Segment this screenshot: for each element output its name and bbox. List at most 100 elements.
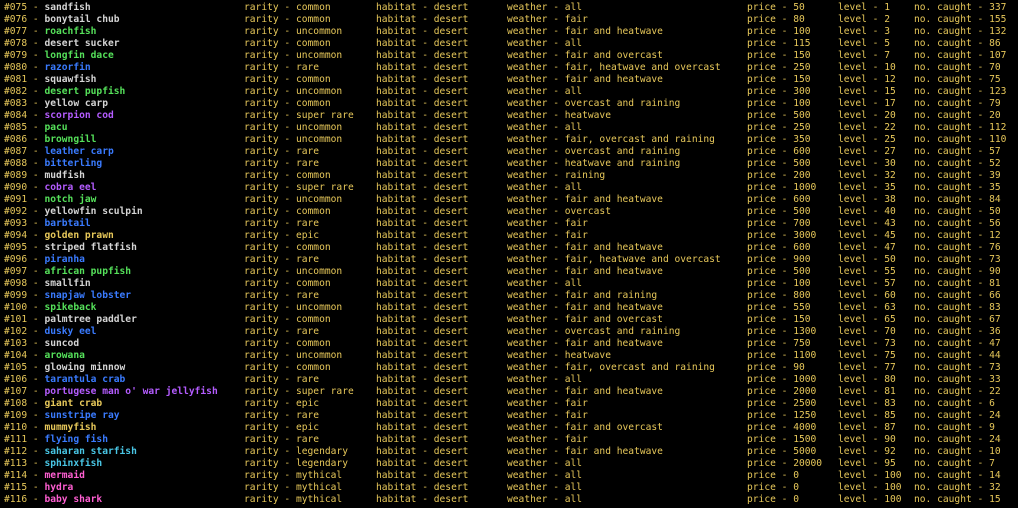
rarity-text: rarity - rare — [244, 158, 320, 169]
fish-rarity: rarity - rare — [244, 254, 319, 266]
fish-level: level - 47 — [838, 242, 896, 254]
fish-price: price - 0 — [747, 482, 799, 494]
fish-rarity: rarity - rare — [244, 326, 319, 338]
fish-price: price - 350 — [747, 134, 811, 146]
fish-id: #105 - — [4, 362, 45, 373]
fish-id: #092 - — [4, 206, 45, 217]
fish-id-and-name: #108 - giant crab — [4, 398, 102, 410]
fish-habitat: habitat - desert — [376, 374, 468, 386]
fish-name: bonytail chub — [44, 14, 120, 25]
level-text: level - 1 — [838, 2, 890, 13]
weather-text: weather - fair and heatwave — [507, 74, 663, 85]
fish-name: sphinxfish — [44, 458, 103, 469]
fish-id: #114 - — [4, 470, 45, 481]
fish-weather: weather - fair and heatwave — [507, 338, 663, 350]
fish-name: mermaid — [44, 470, 85, 481]
fish-level: level - 55 — [838, 266, 896, 278]
level-text: level - 60 — [838, 290, 896, 301]
fish-id: #093 - — [4, 218, 45, 229]
rarity-text: rarity - rare — [244, 254, 320, 265]
fish-id: #079 - — [4, 50, 45, 61]
price-text: price - 2500 — [747, 398, 817, 409]
habitat-text: habitat - desert — [376, 98, 469, 109]
fish-weather: weather - all — [507, 470, 582, 482]
weather-text: weather - overcast — [507, 206, 611, 217]
rarity-text: rarity - super rare — [244, 182, 354, 193]
fish-level: level - 83 — [838, 398, 896, 410]
weather-text: weather - all — [507, 374, 583, 385]
fish-level: level - 43 — [838, 218, 896, 230]
caught-text: no. caught - 81 — [914, 278, 1001, 289]
rarity-text: rarity - uncommon — [244, 134, 343, 145]
habitat-text: habitat - desert — [376, 482, 469, 493]
fish-id-and-name: #089 - mudfish — [4, 170, 85, 182]
fish-level: level - 87 — [838, 422, 896, 434]
fish-id-and-name: #098 - smallfin — [4, 278, 91, 290]
fish-level: level - 30 — [838, 158, 896, 170]
habitat-text: habitat - desert — [376, 230, 469, 241]
fish-caught: no. caught - 24 — [914, 434, 1001, 446]
level-text: level - 90 — [838, 434, 896, 445]
price-text: price - 100 — [747, 26, 811, 37]
rarity-text: rarity - uncommon — [244, 26, 343, 37]
price-text: price - 500 — [747, 110, 811, 121]
fish-level: level - 70 — [838, 326, 896, 338]
weather-text: weather - heatwave — [507, 110, 611, 121]
fish-id: #085 - — [4, 122, 45, 133]
level-text: level - 20 — [838, 110, 896, 121]
fish-rarity: rarity - rare — [244, 374, 319, 386]
fish-caught: no. caught - 10 — [914, 446, 1001, 458]
fish-habitat: habitat - desert — [376, 50, 468, 62]
fish-name: squawfish — [44, 74, 97, 85]
fish-weather: weather - fair, overcast and raining — [507, 134, 715, 146]
fish-habitat: habitat - desert — [376, 386, 468, 398]
fish-habitat: habitat - desert — [376, 158, 468, 170]
fish-row: #091 - notch jaw rarity - uncommon habitat… — [0, 194, 1018, 206]
fish-level: level - 20 — [838, 110, 896, 122]
fish-weather: weather - fair and heatwave — [507, 26, 663, 38]
price-text: price - 0 — [747, 470, 799, 481]
fish-price: price - 500 — [747, 110, 811, 122]
fish-row: #094 - golden prawn rarity - epic habitat … — [0, 230, 1018, 242]
fish-id: #106 - — [4, 374, 45, 385]
rarity-text: rarity - rare — [244, 326, 320, 337]
fish-habitat: habitat - desert — [376, 194, 468, 206]
habitat-text: habitat - desert — [376, 206, 469, 217]
fish-id-and-name: #092 - yellowfin sculpin — [4, 206, 143, 218]
fish-row: #082 - desert pupfish rarity - uncommon ha… — [0, 86, 1018, 98]
fish-level: level - 77 — [838, 362, 896, 374]
fish-name: razorfin — [44, 62, 91, 73]
level-text: level - 17 — [838, 98, 896, 109]
rarity-text: rarity - uncommon — [244, 86, 343, 97]
fish-id: #090 - — [4, 182, 45, 193]
fish-habitat: habitat - desert — [376, 206, 468, 218]
fish-weather: weather - fair and heatwave — [507, 302, 663, 314]
habitat-text: habitat - desert — [376, 410, 469, 421]
fish-level: level - 7 — [838, 50, 890, 62]
weather-text: weather - all — [507, 482, 583, 493]
fish-rarity: rarity - super rare — [244, 182, 354, 194]
price-text: price - 750 — [747, 338, 811, 349]
fish-price: price - 4000 — [747, 422, 816, 434]
weather-text: weather - fair — [507, 218, 588, 229]
fish-name: golden prawn — [44, 230, 114, 241]
fish-habitat: habitat - desert — [376, 458, 468, 470]
fish-id-and-name: #088 - bitterling — [4, 158, 102, 170]
price-text: price - 50 — [747, 2, 805, 13]
price-text: price - 4000 — [747, 422, 817, 433]
caught-text: no. caught - 107 — [914, 50, 1007, 61]
fish-id: #110 - — [4, 422, 45, 433]
fish-id-and-name: #091 - notch jaw — [4, 194, 96, 206]
fish-habitat: habitat - desert — [376, 26, 468, 38]
caught-text: no. caught - 6 — [914, 398, 995, 409]
habitat-text: habitat - desert — [376, 110, 469, 121]
caught-text: no. caught - 73 — [914, 362, 1001, 373]
fish-level: level - 40 — [838, 206, 896, 218]
rarity-text: rarity - uncommon — [244, 50, 343, 61]
level-text: level - 50 — [838, 254, 896, 265]
fish-caught: no. caught - 84 — [914, 194, 1001, 206]
fish-name: hydra — [44, 482, 74, 493]
level-text: level - 73 — [838, 338, 896, 349]
weather-text: weather - fair and heatwave — [507, 302, 663, 313]
price-text: price - 1250 — [747, 410, 817, 421]
